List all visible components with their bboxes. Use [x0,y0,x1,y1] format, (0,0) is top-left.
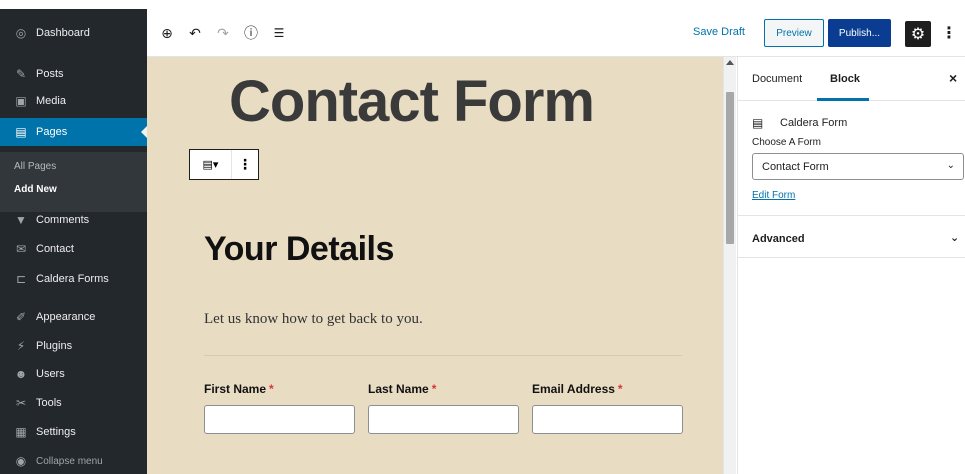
pin-icon: ✎ [15,67,27,81]
canvas-scrollbar[interactable] [723,57,736,474]
selected-form: Contact Form [762,160,829,173]
form-intro: Let us know how to get back to you. [204,311,423,327]
submenu-all-pages[interactable]: All Pages [14,161,56,172]
divider [204,355,682,356]
close-icon[interactable]: × [949,70,957,86]
sidebar-item-comments[interactable]: ▼ Comments [0,208,147,232]
sidebar-item-dashboard[interactable]: ◎ Dashboard [0,21,147,45]
admin-sidebar: ◎ Dashboard ✎ Posts ▣ Media ▤ Pages All … [0,9,147,474]
sidebar-item-label: Dashboard [36,27,90,39]
block-inspector: Document Block × ▤ Caldera Form Choose A… [737,57,965,474]
edit-form-link[interactable]: Edit Form [752,190,795,201]
submenu-add-new[interactable]: Add New [14,184,57,195]
email-label: Email Address * [532,382,623,396]
sidebar-item-label: Caldera Forms [36,273,109,285]
chevron-down-icon[interactable]: ⌄ [950,231,959,244]
collapse-icon: ◉ [15,454,27,468]
sidebar-item-label: Posts [36,68,64,80]
preview-button[interactable]: Preview [764,19,824,47]
sidebar-item-label: Tools [36,397,62,409]
sidebar-item-label: Plugins [36,340,73,352]
inspector-tabs: Document Block × [738,57,965,101]
form-select[interactable]: Contact Form ⌄ [752,153,964,180]
settings-gear-button[interactable]: ⚙ [905,21,931,47]
editor-toolbar: ⊕ ↶ ↷ ⓘ ☰ Save Draft Preview Publish... … [147,9,965,57]
scroll-thumb[interactable] [726,92,734,244]
sidebar-item-caldera-forms[interactable]: ⊏ Caldera Forms [0,267,147,291]
form-block-icon: ▤ [752,116,764,130]
block-card: ▤ Caldera Form [752,116,847,130]
advanced-panel-toggle[interactable]: Advanced [752,233,805,245]
mail-icon: ✉ [15,242,27,256]
publish-button[interactable]: Publish... [828,19,891,47]
tab-document[interactable]: Document [752,73,802,85]
required-marker: * [269,382,274,396]
required-marker: * [431,382,437,396]
sidebar-item-plugins[interactable]: ⚡ Plugins [0,334,147,358]
caldera-icon: ⊏ [15,272,27,286]
collapse-menu-button[interactable]: ◉ Collapse menu [0,449,147,473]
sidebar-item-label: Contact [36,243,74,255]
settings-icon: ▦ [15,425,27,439]
comments-icon: ▼ [15,213,27,227]
undo-icon[interactable]: ↶ [185,23,205,43]
block-name: Caldera Form [780,117,848,129]
last-name-label: Last Name * [368,382,437,396]
top-strip [0,0,965,9]
panel-divider [738,257,965,258]
app-frame: ◎ Dashboard ✎ Posts ▣ Media ▤ Pages All … [0,0,965,474]
info-icon[interactable]: ⓘ [241,23,261,43]
block-more-icon[interactable]: ⋮ [232,150,258,179]
editor-canvas: Contact Form ▤▾ ⋮ Your Details Let us kn… [147,57,723,474]
sidebar-item-label: Collapse menu [36,455,103,467]
sidebar-item-label: Users [36,368,65,380]
panel-divider [738,215,965,216]
sidebar-item-users[interactable]: ☻ Users [0,362,147,386]
first-name-label: First Name * [204,382,274,396]
active-tab-indicator [817,98,869,101]
sidebar-item-label: Settings [36,426,76,438]
choose-form-label: Choose A Form [752,137,821,148]
sidebar-item-label: Pages [36,126,68,138]
outline-icon[interactable]: ☰ [269,23,289,43]
sidebar-item-media[interactable]: ▣ Media [0,89,147,113]
pages-icon: ▤ [15,125,27,139]
redo-icon[interactable]: ↷ [213,23,233,43]
sidebar-item-contact[interactable]: ✉ Contact [0,237,147,261]
block-toolbar: ▤▾ ⋮ [189,149,259,180]
sidebar-item-appearance[interactable]: ✐ Appearance [0,305,147,329]
sidebar-item-pages[interactable]: ▤ Pages [0,118,147,146]
scroll-up-arrow[interactable] [726,60,734,65]
user-icon: ☻ [14,367,28,381]
sidebar-item-label: Appearance [36,311,96,323]
chevron-down-icon: ⌄ [946,160,955,171]
add-block-icon[interactable]: ⊕ [157,23,177,43]
sidebar-item-tools[interactable]: ✂ Tools [0,391,147,415]
page-title[interactable]: Contact Form [229,68,595,135]
brush-icon: ✐ [15,310,27,324]
last-name-field[interactable] [368,405,519,434]
more-options-icon[interactable]: ⋮ [941,23,957,43]
dashboard-icon: ◎ [15,26,27,40]
required-marker: * [617,382,623,396]
email-field[interactable] [532,405,683,434]
sidebar-item-posts[interactable]: ✎ Posts [0,62,147,86]
pages-submenu: All Pages Add New [0,152,147,212]
sidebar-item-settings[interactable]: ▦ Settings [0,420,147,444]
first-name-field[interactable] [204,405,355,434]
form-heading: Your Details [204,230,394,268]
wrench-icon: ✂ [15,396,27,410]
tab-block[interactable]: Block [830,73,860,85]
sidebar-item-label: Comments [36,214,90,226]
block-type-switcher-icon[interactable]: ▤▾ [190,150,232,179]
save-draft-button[interactable]: Save Draft [693,26,745,38]
media-icon: ▣ [15,94,27,108]
plugin-icon: ⚡ [16,339,26,353]
sidebar-item-label: Media [36,95,66,107]
gear-icon: ⚙ [910,26,926,43]
